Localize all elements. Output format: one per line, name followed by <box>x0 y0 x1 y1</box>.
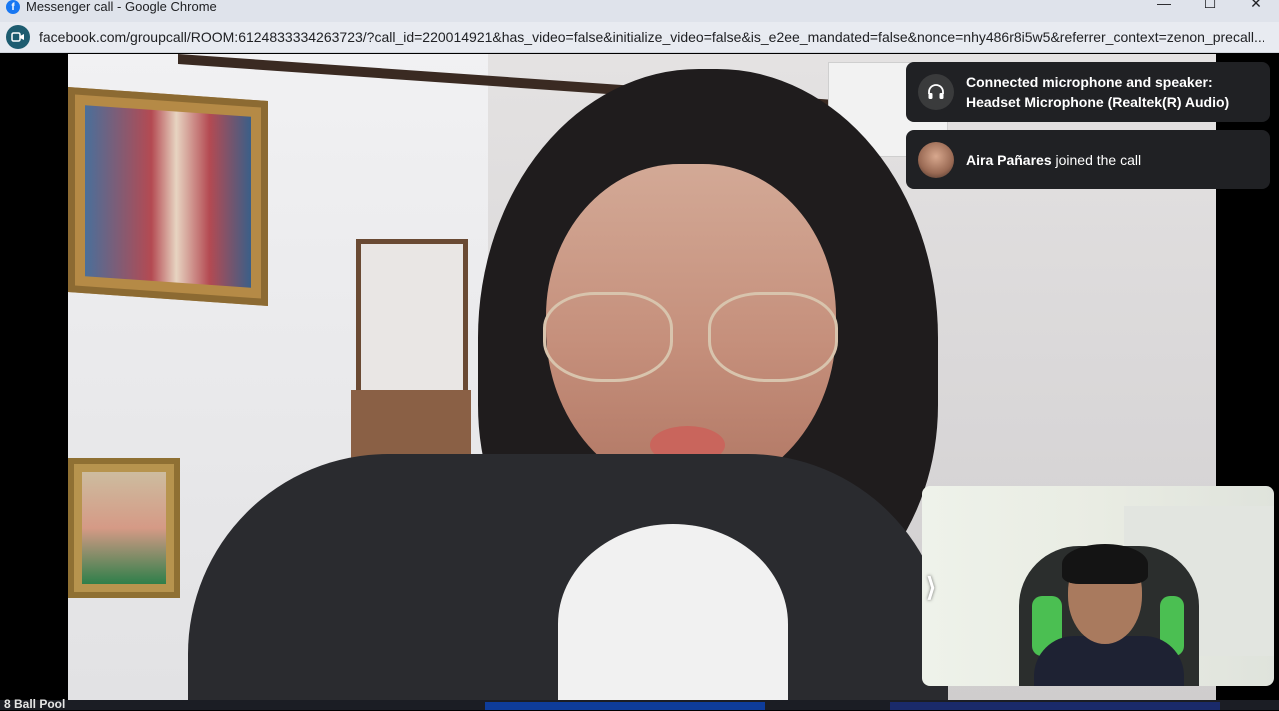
url-text[interactable]: facebook.com/groupcall/ROOM:612483333426… <box>39 29 1264 45</box>
window-title: Messenger call - Google Chrome <box>26 0 217 14</box>
participant-name: Aira Pañares <box>966 151 1052 168</box>
self-view-video[interactable]: ⟩ <box>922 486 1274 686</box>
minimize-button[interactable]: — <box>1141 0 1187 14</box>
self-view-person-hair <box>1062 544 1148 584</box>
window-controls: — ☐ ✕ <box>1141 0 1279 22</box>
video-person-glasses <box>708 292 838 382</box>
avatar <box>918 141 954 178</box>
taskbar-app-highlight[interactable] <box>485 702 765 710</box>
taskbar-app-highlight[interactable] <box>890 702 1220 710</box>
video-shelf <box>356 239 468 404</box>
video-picture-frame <box>68 458 180 598</box>
facebook-logo-icon: f <box>6 0 20 14</box>
headphones-icon <box>918 74 954 110</box>
video-camera-icon[interactable] <box>6 25 30 49</box>
collapse-self-view-icon[interactable]: ⟩ <box>926 572 936 603</box>
audio-device-notification-text: Connected microphone and speaker: Headse… <box>966 74 1230 110</box>
audio-device-notification: Connected microphone and speaker: Headse… <box>906 62 1270 122</box>
taskbar-app-label[interactable]: 8 Ball Pool <box>4 698 65 710</box>
maximize-button[interactable]: ☐ <box>1187 0 1233 14</box>
participant-joined-notification: Aira Pañares joined the call <box>906 130 1270 189</box>
address-bar: facebook.com/groupcall/ROOM:612483333426… <box>0 22 1279 53</box>
video-person-glasses <box>543 292 673 382</box>
participant-joined-text: Aira Pañares joined the call <box>966 150 1141 170</box>
window-titlebar: f Messenger call - Google Chrome — ☐ ✕ <box>0 0 1279 22</box>
video-picture-frame <box>68 87 268 306</box>
joined-label: joined the call <box>1051 151 1142 168</box>
close-button[interactable]: ✕ <box>1233 0 1279 14</box>
